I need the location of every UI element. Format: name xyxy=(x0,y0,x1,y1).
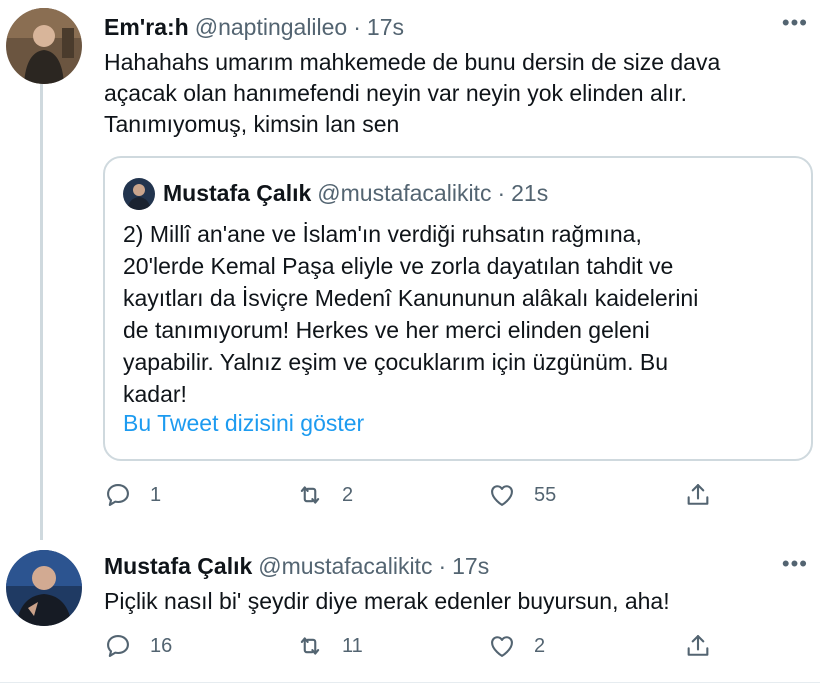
tweet-text-line: açacak olan hanımefendi neyin var neyin … xyxy=(104,80,688,106)
tweet-text: Piçlik nasıl bi' şeydir diye merak edenl… xyxy=(104,586,670,617)
tweet-text-line: Piçlik nasıl bi' şeydir diye merak edenl… xyxy=(104,588,670,614)
tweet-header: Mustafa Çalık @mustafacalikitc · 17s xyxy=(104,553,489,580)
tweet-text-line: Hahahahs umarım mahkemede de bunu dersin… xyxy=(104,49,721,75)
tweet-1[interactable]: Em'ra:h @naptingalileo · 17s ••• Hahahah… xyxy=(0,0,820,545)
reply-button[interactable]: 16 xyxy=(104,632,172,660)
like-count: 55 xyxy=(534,483,557,506)
quoted-text-line: 20'lerde Kemal Paşa eliyle ve zorla daya… xyxy=(123,253,674,279)
avatar[interactable] xyxy=(6,8,82,84)
reply-icon xyxy=(107,484,129,506)
retweet-count: 2 xyxy=(342,483,354,506)
reply-count: 16 xyxy=(150,634,173,657)
author-handle[interactable]: @mustafacalikitc xyxy=(258,553,432,580)
quoted-text-line: yapabilir. Yalnız eşim ve çocuklarım içi… xyxy=(123,349,669,375)
share-button[interactable] xyxy=(684,632,712,660)
quoted-text-line: kayıtları da İsviçre Medenî Kanununun al… xyxy=(123,285,699,311)
timestamp[interactable]: 17s xyxy=(367,14,404,41)
like-button[interactable]: 55 xyxy=(488,481,556,509)
share-button[interactable] xyxy=(684,481,712,509)
author-name[interactable]: Em'ra:h xyxy=(104,14,189,41)
share-icon xyxy=(687,484,709,505)
retweet-count: 11 xyxy=(342,634,363,657)
quoted-text-line: de tanımıyorum! Herkes ve her merci elin… xyxy=(123,317,650,343)
like-icon xyxy=(491,485,513,506)
tweet-text: Hahahahs umarım mahkemede de bunu dersin… xyxy=(104,47,720,140)
like-count: 2 xyxy=(534,634,546,657)
quoted-text: 2) Millî an'ane ve İslam'ın verdiği ruhs… xyxy=(123,218,803,410)
more-icon[interactable]: ••• xyxy=(782,551,808,577)
retweet-button[interactable]: 2 xyxy=(296,481,353,509)
quoted-text-line: 2) Millî an'ane ve İslam'ın verdiği ruhs… xyxy=(123,221,642,247)
quoted-avatar xyxy=(123,178,155,210)
separator-dot: · xyxy=(353,14,361,40)
reply-button[interactable]: 1 xyxy=(104,481,161,509)
quoted-tweet[interactable]: Mustafa Çalık @mustafacalikitc · 21s 2) … xyxy=(103,156,813,461)
share-icon xyxy=(687,635,709,656)
retweet-button[interactable]: 11 xyxy=(296,632,363,660)
thread-line xyxy=(40,84,43,540)
tweet-2[interactable]: Mustafa Çalık @mustafacalikitc · 17s •••… xyxy=(0,545,820,685)
divider xyxy=(0,682,820,683)
separator-dot: · xyxy=(438,553,447,579)
quoted-text-line: kadar! xyxy=(123,381,187,407)
quoted-author-handle: @mustafacalikitc xyxy=(317,180,492,206)
tweet-text-line: Tanımıyomuş, kimsin lan sen xyxy=(104,111,400,137)
like-button[interactable]: 2 xyxy=(488,632,545,660)
quoted-header: Mustafa Çalık @mustafacalikitc · 21s xyxy=(163,180,548,207)
more-icon[interactable]: ••• xyxy=(782,10,808,36)
retweet-icon xyxy=(300,486,320,504)
quoted-timestamp: 21s xyxy=(511,180,549,206)
tweet-header: Em'ra:h @naptingalileo · 17s xyxy=(104,14,404,41)
reply-count: 1 xyxy=(150,483,162,506)
timestamp[interactable]: 17s xyxy=(452,553,489,580)
quoted-author-name: Mustafa Çalık xyxy=(163,180,312,206)
avatar[interactable] xyxy=(6,550,82,626)
tweet-actions: 16 11 2 xyxy=(104,632,724,666)
like-icon xyxy=(491,636,513,657)
tweet-actions: 1 2 55 xyxy=(104,481,724,515)
retweet-icon xyxy=(300,637,320,655)
separator-dot: · xyxy=(497,180,506,206)
author-name[interactable]: Mustafa Çalık xyxy=(104,553,252,580)
author-handle[interactable]: @naptingalileo xyxy=(195,14,348,41)
reply-icon xyxy=(107,635,129,657)
show-thread-link[interactable]: Bu Tweet dizisini göster xyxy=(123,410,364,437)
